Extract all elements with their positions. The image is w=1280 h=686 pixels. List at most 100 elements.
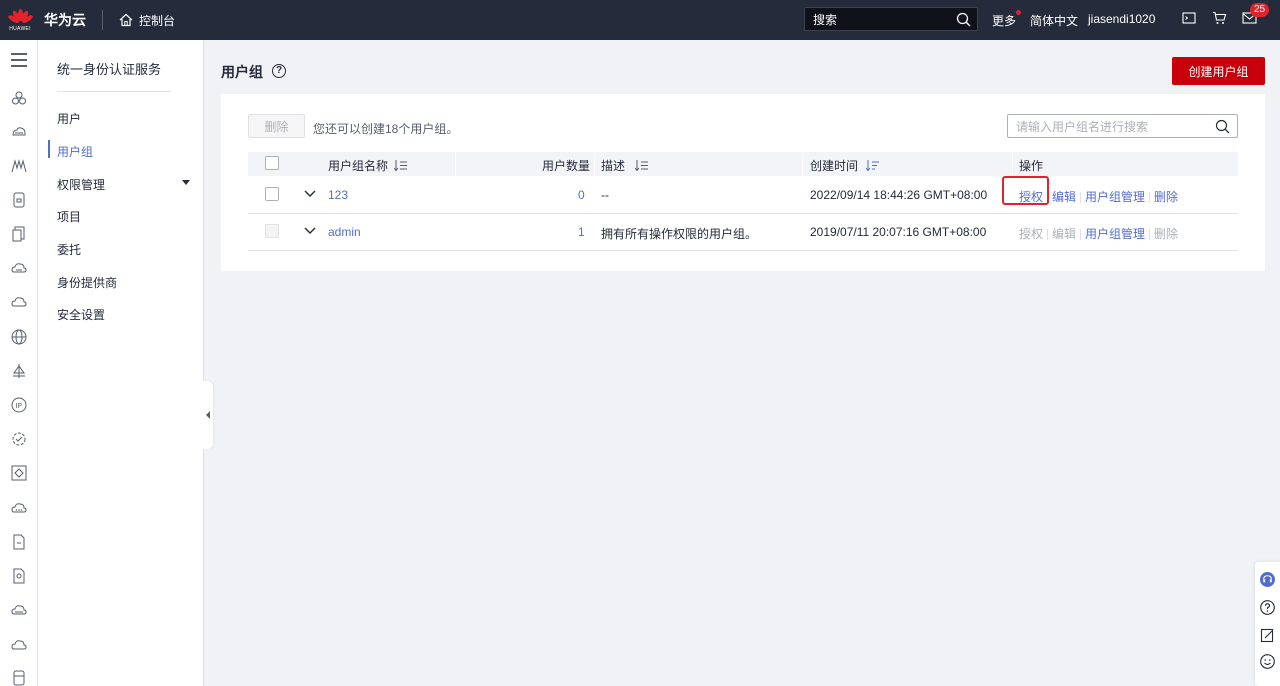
sidebar-item-permissions[interactable]: 权限管理 bbox=[57, 176, 197, 193]
svg-text:IP: IP bbox=[16, 402, 22, 410]
user-count-link[interactable]: 1 bbox=[578, 225, 585, 239]
cart-icon[interactable] bbox=[1212, 11, 1227, 25]
floating-toolbar bbox=[1255, 562, 1280, 686]
scan-icon[interactable] bbox=[10, 464, 28, 482]
created-time: 2022/09/14 18:44:26 GMT+08:00 bbox=[810, 188, 988, 202]
sidebar-item-projects[interactable]: 项目 bbox=[57, 208, 197, 225]
balance-icon[interactable] bbox=[10, 362, 28, 380]
help-icon[interactable]: ? bbox=[272, 64, 286, 78]
delete-link-disabled: 删除 bbox=[1154, 227, 1179, 241]
network-icon[interactable] bbox=[10, 157, 28, 175]
cloud-icon[interactable] bbox=[10, 259, 28, 277]
search-icon[interactable] bbox=[1215, 119, 1230, 134]
brand-name[interactable]: 华为云 bbox=[44, 10, 86, 30]
more-menu[interactable]: 更多 bbox=[992, 10, 1022, 29]
created-time: 2019/07/11 20:07:16 GMT+08:00 bbox=[810, 225, 987, 239]
console-link[interactable]: 控制台 bbox=[119, 12, 175, 29]
column-separator bbox=[1012, 152, 1013, 176]
action-separator bbox=[1080, 229, 1082, 241]
cloud-drive-icon[interactable] bbox=[10, 601, 28, 619]
cloud-dots-icon[interactable] bbox=[10, 499, 28, 517]
file-icon[interactable] bbox=[10, 533, 28, 551]
column-header-name[interactable]: 用户组名称 bbox=[328, 157, 408, 174]
sidebar-collapse-toggle[interactable] bbox=[203, 381, 213, 449]
cloud-outline-icon[interactable] bbox=[10, 636, 28, 654]
help-icon[interactable] bbox=[1260, 600, 1275, 615]
database-icon[interactable] bbox=[10, 669, 28, 686]
action-separator bbox=[1047, 229, 1049, 241]
chevron-down-icon[interactable] bbox=[304, 224, 316, 236]
action-separator bbox=[1149, 229, 1151, 241]
cloud-network-icon[interactable] bbox=[10, 293, 28, 311]
sidebar-item-user-groups[interactable]: 用户组 bbox=[57, 143, 197, 160]
global-search-input[interactable]: 搜索 bbox=[804, 7, 978, 31]
settings-check-icon[interactable] bbox=[10, 430, 28, 448]
group-search-input[interactable]: 请输入用户组名进行搜索 bbox=[1007, 114, 1238, 138]
huawei-logo[interactable]: HUAWEI bbox=[0, 0, 40, 40]
service-icon-rail: IP bbox=[0, 40, 38, 686]
authorize-highlight-box bbox=[1002, 176, 1049, 205]
edit-link[interactable]: 编辑 bbox=[1052, 190, 1076, 204]
header-divider bbox=[102, 10, 103, 30]
column-header-description[interactable]: 描述 bbox=[601, 157, 649, 174]
table-row: admin 1 拥有所有操作权限的用户组。 2019/07/11 20:07:1… bbox=[248, 213, 1238, 251]
sidebar-item-agencies[interactable]: 委托 bbox=[57, 241, 197, 258]
sidebar-divider bbox=[57, 91, 171, 92]
column-description-label: 描述 bbox=[601, 159, 626, 173]
search-icon[interactable] bbox=[956, 12, 971, 27]
sidebar-item-permissions-label: 权限管理 bbox=[57, 178, 106, 192]
sort-icon[interactable] bbox=[866, 160, 880, 171]
more-label: 更多 bbox=[992, 14, 1017, 28]
customer-service-icon[interactable] bbox=[1260, 572, 1275, 587]
edit-link-disabled: 编辑 bbox=[1052, 227, 1077, 241]
batch-delete-button[interactable]: 删除 bbox=[248, 114, 305, 138]
feedback-edit-icon[interactable] bbox=[1260, 628, 1275, 643]
terminal-icon[interactable] bbox=[1182, 11, 1196, 25]
group-description: -- bbox=[601, 188, 609, 202]
caret-down-icon bbox=[182, 180, 190, 185]
column-created-label: 创建时间 bbox=[810, 159, 859, 173]
row-checkbox[interactable] bbox=[265, 187, 279, 201]
sidebar-item-users[interactable]: 用户 bbox=[57, 110, 197, 127]
action-separator bbox=[1080, 192, 1082, 204]
column-name-label: 用户组名称 bbox=[328, 159, 389, 173]
logo-text: HUAWEI bbox=[9, 25, 31, 32]
sidebar-item-security-settings[interactable]: 安全设置 bbox=[57, 306, 197, 323]
message-count-badge: 25 bbox=[1250, 3, 1270, 17]
page-title: 用户组 bbox=[221, 64, 263, 80]
language-selector[interactable]: 简体中文 bbox=[1030, 12, 1078, 29]
authorize-link-disabled: 授权 bbox=[1019, 227, 1044, 241]
cloud-server-icon[interactable] bbox=[10, 123, 28, 141]
document-icon[interactable] bbox=[10, 225, 28, 243]
active-indicator bbox=[48, 140, 50, 158]
service-sidebar: 统一身份认证服务 用户 用户组 权限管理 项目 委托 身份提供商 安全设置 bbox=[38, 40, 204, 686]
select-all-checkbox[interactable] bbox=[265, 156, 279, 170]
smiley-icon[interactable] bbox=[1260, 654, 1275, 669]
globe-icon[interactable] bbox=[10, 328, 28, 346]
manage-group-link[interactable]: 用户组管理 bbox=[1085, 190, 1145, 204]
storage-icon[interactable] bbox=[10, 191, 28, 209]
chevron-down-icon[interactable] bbox=[304, 187, 316, 199]
column-header-actions: 操作 bbox=[1019, 159, 1044, 173]
group-name-link[interactable]: 123 bbox=[328, 188, 348, 202]
service-title: 统一身份认证服务 bbox=[57, 62, 162, 77]
file-search-icon[interactable] bbox=[10, 567, 28, 585]
username-menu[interactable]: jiasendi1020 bbox=[1088, 12, 1155, 26]
sort-icon[interactable] bbox=[394, 160, 408, 171]
ip-icon[interactable]: IP bbox=[10, 396, 28, 414]
delete-link[interactable]: 删除 bbox=[1154, 190, 1178, 204]
column-header-created[interactable]: 创建时间 bbox=[810, 157, 880, 174]
sidebar-item-identity-providers[interactable]: 身份提供商 bbox=[57, 274, 197, 291]
user-count-link[interactable]: 0 bbox=[578, 188, 585, 202]
quota-text: 您还可以创建18个用户组。 bbox=[313, 122, 459, 136]
manage-group-link[interactable]: 用户组管理 bbox=[1085, 227, 1145, 241]
sort-icon[interactable] bbox=[635, 160, 649, 171]
create-user-group-button[interactable]: 创建用户组 bbox=[1172, 57, 1265, 85]
row-actions: 授权 编辑 用户组管理 删除 bbox=[1019, 225, 1178, 242]
row-checkbox-disabled bbox=[265, 224, 279, 238]
group-name-link[interactable]: admin bbox=[328, 225, 361, 239]
group-search-placeholder: 请输入用户组名进行搜索 bbox=[1016, 119, 1149, 134]
menu-icon[interactable] bbox=[10, 51, 28, 69]
cluster-icon[interactable] bbox=[10, 89, 28, 107]
column-separator bbox=[802, 152, 803, 176]
